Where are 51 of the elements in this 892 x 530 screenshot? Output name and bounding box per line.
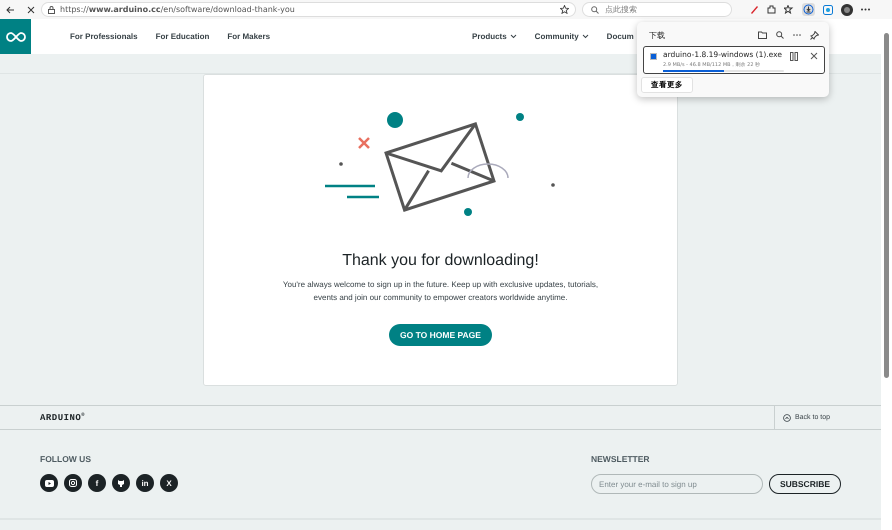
social-link[interactable] xyxy=(40,474,58,492)
search-placeholder: 点此搜索 xyxy=(605,4,637,15)
back-icon[interactable] xyxy=(6,6,15,14)
pen-icon[interactable] xyxy=(750,5,759,14)
camera-icon xyxy=(69,479,77,487)
play-icon xyxy=(44,480,54,486)
subscribe-button[interactable]: SUBSCRIBE xyxy=(768,474,841,494)
search-field[interactable]: 点此搜索 xyxy=(582,2,732,17)
newsletter-title: NEWSLETTER xyxy=(591,454,651,464)
favorites-icon[interactable] xyxy=(784,5,794,14)
social-link[interactable]: X xyxy=(160,474,178,492)
social-link[interactable] xyxy=(112,474,130,492)
pin-icon[interactable] xyxy=(810,30,819,40)
footer-logo[interactable]: ARDUINO$^{®}$ xyxy=(40,412,85,423)
close-icon[interactable] xyxy=(810,52,818,60)
nav-menu[interactable]: Community xyxy=(534,32,589,41)
home-page-button[interactable]: GO TO HOME PAGE xyxy=(389,324,492,346)
panel-title: 下载 xyxy=(649,30,665,40)
cat-icon xyxy=(117,479,125,487)
close-icon[interactable] xyxy=(27,6,35,14)
address-bar[interactable]: https://www.arduino.cc/en/software/download-thank-you xyxy=(41,2,576,17)
file-icon xyxy=(650,53,657,60)
nav-link[interactable]: For Makers xyxy=(227,32,270,41)
welcome-message: You're always welcome to sign up in the future. Keep up with exclusive updates, tutorials, events and join our community to empower creators worldwide anytime. xyxy=(282,279,600,304)
folder-icon[interactable] xyxy=(758,31,767,39)
social-link[interactable] xyxy=(64,474,82,492)
chevron-down-icon xyxy=(582,34,589,39)
thank-you-heading: Thank you for downloading! xyxy=(342,252,539,270)
puzzle-icon[interactable] xyxy=(767,5,776,14)
search-icon xyxy=(591,6,599,14)
pause-icon[interactable] xyxy=(790,52,798,61)
email-field[interactable]: Enter your e-mail to sign up xyxy=(591,474,763,494)
arrow-up-icon xyxy=(783,414,791,422)
browser-icon[interactable] xyxy=(823,4,833,14)
nav-menu[interactable]: Products xyxy=(472,32,517,41)
nav-link[interactable]: For Professionals xyxy=(70,32,138,41)
social-link[interactable]: f xyxy=(88,474,106,492)
download-icon[interactable] xyxy=(802,3,815,16)
follow-us-title: FOLLOW US xyxy=(40,454,92,464)
star-icon[interactable] xyxy=(560,5,569,14)
scrollbar[interactable] xyxy=(881,19,892,530)
search-icon[interactable] xyxy=(776,31,784,39)
nav-link[interactable]: For Education xyxy=(156,32,210,41)
chevron-down-icon xyxy=(510,34,517,39)
more-icon[interactable] xyxy=(861,8,870,11)
avatar-icon[interactable] xyxy=(841,4,853,16)
social-link[interactable]: in xyxy=(136,474,154,492)
arduino-logo[interactable] xyxy=(0,19,31,54)
lock-icon xyxy=(48,6,55,14)
url-text: https://www.arduino.cc/en/software/download-thank-you xyxy=(60,5,296,14)
nav-menu[interactable]: Docum xyxy=(606,32,634,41)
